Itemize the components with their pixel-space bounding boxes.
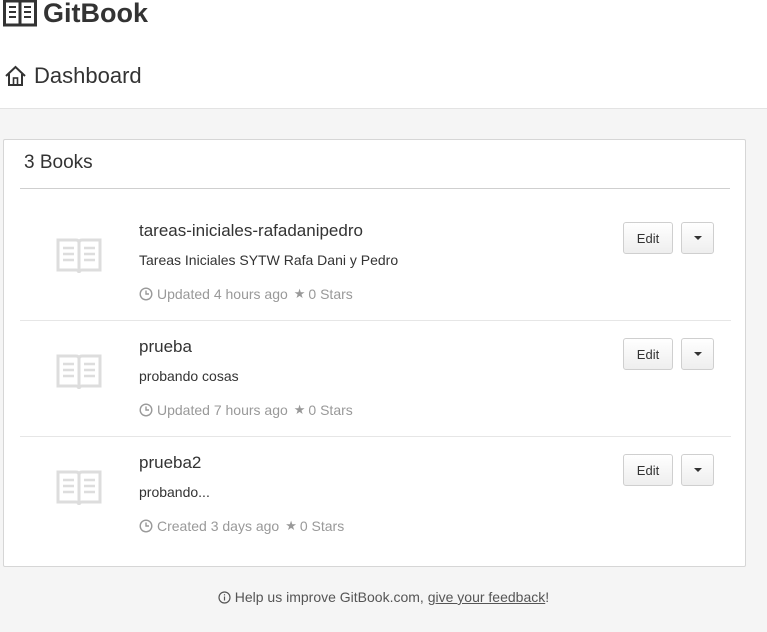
- book-options-dropdown-button[interactable]: [681, 222, 714, 254]
- edit-button[interactable]: Edit: [623, 338, 673, 370]
- book-updated-time: Updated 7 hours ago: [157, 402, 288, 418]
- edit-button[interactable]: Edit: [623, 222, 673, 254]
- clock-icon: [139, 403, 153, 417]
- book-item: tareas-iniciales-rafadanipedro Tareas In…: [20, 204, 731, 321]
- book-description: probando cosas: [139, 368, 239, 384]
- home-icon: [5, 65, 26, 86]
- book-stars-count: 0 Stars: [308, 286, 353, 302]
- feedback-text: Help us improve GitBook.com,: [234, 589, 424, 605]
- book-cover-icon: [56, 238, 102, 274]
- star-icon: ★: [293, 286, 306, 301]
- book-description: Tareas Iniciales SYTW Rafa Dani y Pedro: [139, 252, 399, 268]
- caret-down-icon: [694, 352, 702, 356]
- book-updated-time: Updated 4 hours ago: [157, 286, 288, 302]
- book-item: prueba probando cosas Updated 7 hours ag…: [20, 320, 731, 437]
- page-title: Dashboard: [34, 63, 142, 88]
- feedback-suffix: !: [545, 589, 550, 605]
- book-title[interactable]: tareas-iniciales-rafadanipedro: [139, 221, 363, 241]
- feedback-link[interactable]: give your feedback: [428, 589, 546, 605]
- book-meta: Updated 4 hours ago ★ 0 Stars: [139, 286, 353, 302]
- books-panel: 3 Books tareas-iniciales-rafadanipedro T…: [3, 139, 746, 567]
- feedback-footer: Help us improve GitBook.com, give your f…: [0, 589, 767, 605]
- book-meta: Updated 7 hours ago ★ 0 Stars: [139, 402, 353, 418]
- top-header: GitBook Dashboard: [0, 0, 767, 109]
- books-panel-header: 3 Books: [20, 140, 730, 189]
- book-created-time: Created 3 days ago: [157, 518, 280, 534]
- book-logo-icon: [3, 0, 37, 27]
- brand-name: GitBook: [43, 0, 148, 28]
- info-icon: [218, 591, 231, 604]
- book-meta: Created 3 days ago ★ 0 Stars: [139, 518, 344, 534]
- clock-icon: [139, 287, 153, 301]
- book-options-dropdown-button[interactable]: [681, 338, 714, 370]
- book-title[interactable]: prueba: [139, 337, 192, 357]
- star-icon: ★: [293, 402, 306, 417]
- page-title-row: Dashboard: [4, 63, 142, 89]
- brand-logo[interactable]: GitBook: [3, 0, 148, 28]
- book-options-dropdown-button[interactable]: [681, 454, 714, 486]
- book-cover-icon: [56, 470, 102, 506]
- clock-icon: [139, 519, 153, 533]
- books-count-title: 3 Books: [24, 152, 93, 173]
- star-icon: ★: [285, 518, 297, 533]
- edit-button[interactable]: Edit: [623, 454, 673, 486]
- book-stars-count: 0 Stars: [299, 518, 345, 534]
- caret-down-icon: [694, 468, 702, 472]
- book-title[interactable]: prueba2: [139, 453, 201, 473]
- book-item: prueba2 probando... Created 3 days ago ★…: [20, 436, 731, 552]
- book-description: probando...: [139, 484, 210, 500]
- book-cover-icon: [56, 354, 102, 390]
- caret-down-icon: [694, 236, 702, 240]
- book-stars-count: 0 Stars: [308, 402, 353, 418]
